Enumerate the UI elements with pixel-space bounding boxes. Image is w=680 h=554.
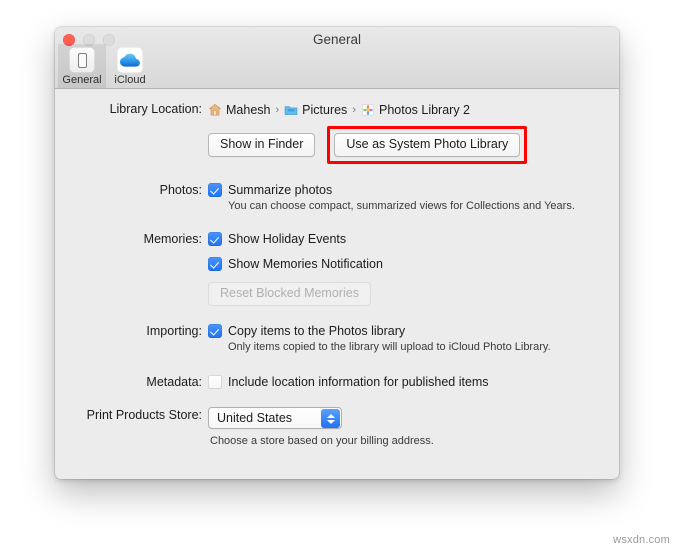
print-products-store-helper-text: Choose a store based on your billing add… <box>210 435 434 447</box>
device-icon <box>69 47 95 73</box>
row-photos: Photos: Summarize photos You can choose … <box>55 182 619 214</box>
summarize-photos-checkbox[interactable] <box>208 183 222 197</box>
tab-icloud-label: iCloud <box>114 74 146 86</box>
metadata-label: Metadata: <box>146 375 202 389</box>
breadcrumb-item-pictures[interactable]: Pictures <box>284 103 347 117</box>
cloud-icon <box>117 47 143 73</box>
summarize-photos-helper-text: You can choose compact, summarized views… <box>228 200 575 212</box>
copy-items-helper-text: Only items copied to the library will up… <box>228 341 551 353</box>
highlight-annotation: Use as System Photo Library <box>327 126 528 164</box>
row-library-location: Library Location: Mahesh › Pictures › Ph… <box>55 101 619 164</box>
breadcrumb-separator: › <box>275 103 280 116</box>
breadcrumb-separator: › <box>352 103 356 116</box>
row-metadata: Metadata: Include location information f… <box>55 374 619 391</box>
show-memories-notification-checkbox-row[interactable]: Show Memories Notification <box>208 256 619 272</box>
include-location-checkbox-row[interactable]: Include location information for publish… <box>208 374 619 390</box>
preferences-window: General General iCloud Library Location:… <box>55 27 619 479</box>
breadcrumb-item-photos-library[interactable]: Photos Library 2 <box>361 103 470 117</box>
preferences-content: Library Location: Mahesh › Pictures › Ph… <box>55 89 619 479</box>
copy-items-label: Copy items to the Photos library <box>228 324 406 338</box>
home-icon <box>208 103 222 115</box>
include-location-checkbox[interactable] <box>208 375 222 389</box>
print-products-store-value: United States <box>217 411 293 425</box>
tab-general[interactable]: General <box>58 44 106 88</box>
use-as-system-photo-library-button[interactable]: Use as System Photo Library <box>334 133 521 157</box>
row-memories: Memories: Show Holiday Events Show Memor… <box>55 231 619 306</box>
show-holiday-events-checkbox-row[interactable]: Show Holiday Events <box>208 231 619 247</box>
photos-label: Photos: <box>159 183 202 197</box>
breadcrumb: Mahesh › Pictures › Photos Library 2 <box>208 101 619 118</box>
toolbar-tab-group: General iCloud <box>58 44 154 88</box>
stepper-arrows-icon[interactable] <box>321 409 340 428</box>
importing-label: Importing: <box>146 324 202 338</box>
reset-blocked-memories-button[interactable]: Reset Blocked Memories <box>208 282 371 306</box>
breadcrumb-item-mahesh-label: Mahesh <box>226 102 271 117</box>
tab-icloud[interactable]: iCloud <box>106 44 154 88</box>
library-location-label: Library Location: <box>109 102 202 116</box>
include-location-label: Include location information for publish… <box>228 375 489 389</box>
photos-library-icon <box>362 103 374 116</box>
copy-items-checkbox-row[interactable]: Copy items to the Photos library <box>208 323 619 339</box>
show-holiday-events-label: Show Holiday Events <box>228 232 347 246</box>
memories-label: Memories: <box>143 232 202 246</box>
show-memories-notification-checkbox[interactable] <box>208 257 222 271</box>
watermark: wsxdn.com <box>613 534 670 546</box>
folder-icon <box>284 105 298 115</box>
library-location-buttons: Show in Finder Use as System Photo Libra… <box>208 126 619 164</box>
breadcrumb-item-pictures-label: Pictures <box>302 102 348 117</box>
summarize-photos-label: Summarize photos <box>228 183 333 197</box>
print-products-store-select[interactable]: United States <box>208 407 342 429</box>
show-holiday-events-checkbox[interactable] <box>208 232 222 246</box>
summarize-photos-checkbox-row[interactable]: Summarize photos <box>208 182 619 198</box>
print-products-store-label: Print Products Store: <box>86 408 202 422</box>
row-print-products-store: Print Products Store: United States Choo… <box>55 407 619 449</box>
show-in-finder-button[interactable]: Show in Finder <box>208 133 316 157</box>
row-importing: Importing: Copy items to the Photos libr… <box>55 323 619 355</box>
breadcrumb-item-mahesh[interactable]: Mahesh <box>208 103 270 117</box>
copy-items-checkbox[interactable] <box>208 324 222 338</box>
tab-general-label: General <box>62 74 102 86</box>
show-memories-notification-label: Show Memories Notification <box>228 257 383 271</box>
window-titlebar: General General iCloud <box>55 27 619 89</box>
breadcrumb-item-photos-library-label: Photos Library 2 <box>378 102 471 117</box>
